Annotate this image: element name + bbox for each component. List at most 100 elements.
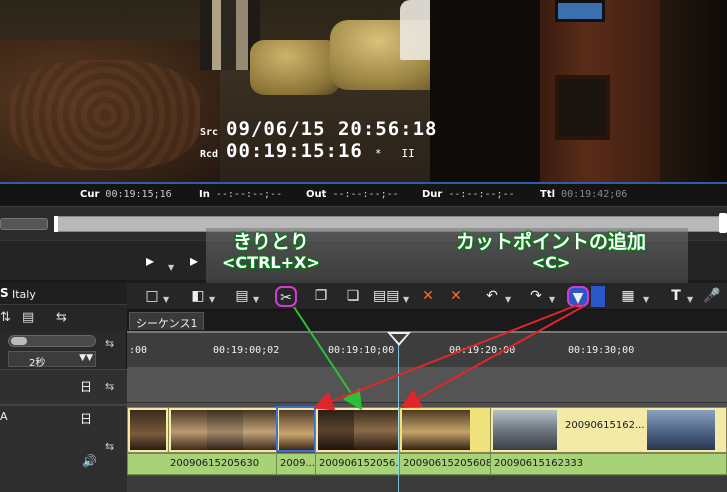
jog-slider[interactable] [0,218,48,230]
playhead-line[interactable] [398,345,399,492]
video-clip[interactable] [315,407,400,453]
preview-carpet [10,60,200,170]
audio-clip-label: 2009... [280,458,315,469]
cutpoint-callout: カットポイントの追加 <C> [456,231,647,272]
dur-label: Dur [422,189,443,200]
mark-out-icon[interactable]: ▸ [190,251,198,270]
sync-lock-icon[interactable]: ⇆ [105,380,114,393]
scale-value: 2秒 [29,358,46,369]
ttl-readout: Ttl 00:19:42;06 [540,189,627,200]
ruler-label: 00:19:10;00 [328,345,395,356]
playhead-marker-inner [391,334,407,343]
undo-dropdown-icon[interactable]: ▼ [505,295,511,304]
audio-clip[interactable]: 20090615205630 [127,453,277,475]
speaker-icon[interactable]: 🔊 [82,454,97,468]
add-cut-point-icon[interactable]: ▼ [567,286,589,307]
clip-thumbnail [130,410,166,450]
cut-callout: きりとり <CTRL+X> [222,231,320,272]
edit-toolbar: □ ▼ ◧ ▼ ▤ ▼ ✂ ❐ ❏ ▤▤ ▼ ✕ ✕ ↶ ▼ ↷ ▼ ▼ ▦ ▼… [127,283,727,310]
audio-clip[interactable]: 20090615205608 [399,453,491,475]
video-clip[interactable]: 200906151​62... [490,407,727,453]
copy-icon[interactable]: ❐ [310,286,332,307]
cur-value: 00:19:15;16 [105,189,172,200]
clip-thumbnail [493,410,557,450]
cutpoint-callout-title: カットポイントの追加 [456,231,647,253]
import-icon[interactable]: ◧ [187,286,209,307]
video-clip[interactable] [168,407,277,453]
rcd-marker: * [374,147,382,160]
ruler-label: 00:19:00;02 [213,345,280,356]
sync-lock-icon[interactable]: ⇆ [105,440,114,453]
audio-clip-label: 20090615162333 [494,458,584,469]
project-row: S Italy [0,283,127,305]
video-clip[interactable] [127,407,169,453]
link-icon[interactable]: ⇆ [56,310,67,325]
audio-clip-label: 200906152056... [319,458,400,469]
scrub-start-handle[interactable] [54,216,58,232]
redo-dropdown-icon[interactable]: ▼ [549,295,555,304]
video-clip-selected[interactable] [276,406,316,452]
paste-icon[interactable]: ❏ [342,286,364,307]
video-clip[interactable] [399,407,491,453]
src-label: Src [200,127,219,138]
src-timecode: 09/06/15 20:56:18 [226,118,438,140]
timeline-scale-select[interactable]: 2秒 ▼▼ [8,351,96,369]
audio-clip[interactable]: 20090615162333 [490,453,727,475]
track-1[interactable] [127,367,727,403]
mark-in-icon[interactable]: ▸ [146,251,154,270]
zoom-slider-knob[interactable] [11,337,27,345]
timeline-ruler[interactable]: :00 00:19:00;02 00:19:10;00 00:19:20;00 … [127,331,727,367]
audio-strip [127,476,727,492]
expand-tracks-icon[interactable]: ⇅ [0,310,11,325]
title-dropdown-icon[interactable]: ▼ [687,295,693,304]
clip-thumbnail [243,410,276,450]
save-dropdown-icon[interactable]: ▼ [253,295,259,304]
clip-label: 200906151​62... [565,420,645,431]
timecode-overlay: Src 09/06/15 20:56:18 Rcd 00:19:15:16 * … [200,118,437,162]
audio-clip-label: 20090615205630 [170,458,260,469]
audio-clip-label: 20090615205608 [403,458,491,469]
scrub-end-handle[interactable] [719,213,727,233]
out-label: Out [306,189,327,200]
preview-shadow [430,0,540,183]
effect-dropdown-icon[interactable]: ▼ [643,295,649,304]
insert-icon[interactable]: ▤▤ [373,286,399,307]
delete-icon[interactable]: ✕ [417,286,439,307]
track-header-panel: S Italy ⇅ ▤ ⇆ ⇆ 2秒 ▼▼ 日 ⇆ A 日 ⇆ 🔊 [0,283,127,492]
new-icon[interactable]: □ [141,286,163,307]
import-dropdown-icon[interactable]: ▼ [209,295,215,304]
mark-in-dropdown-icon[interactable]: ▼ [168,263,174,272]
save-icon[interactable]: ▤ [231,286,253,307]
clip-thumbnail [402,410,470,450]
sync-icon[interactable]: ⇆ [105,337,114,350]
effect-icon[interactable]: ▦ [617,286,639,307]
track-a-label: A [0,410,8,423]
waveform-icon[interactable]: ▤ [22,310,34,325]
clip-thumbnail [647,410,715,450]
add-cut-point-dropdown[interactable] [591,286,605,307]
zoom-slider[interactable] [8,335,96,347]
new-dropdown-icon[interactable]: ▼ [163,295,169,304]
preview-tv [555,0,605,22]
undo-icon[interactable]: ↶ [481,286,503,307]
audio-clip[interactable]: 200906152056... [315,453,400,475]
cut-scissors-icon[interactable]: ✂ [275,286,297,307]
clip-thumbnail [318,410,354,450]
project-name: Italy [12,288,36,301]
chevron-down-icon: ▼▼ [79,353,93,363]
track-mode-icon[interactable]: 日 [80,410,92,427]
tab-sequence-1[interactable]: シーケンス1 [129,312,205,330]
track-mode-icon[interactable]: 日 [80,378,92,395]
ttl-label: Ttl [540,189,556,200]
track-header-a[interactable]: A 日 ⇆ 🔊 [0,405,127,492]
ruler-label: 00:19:30;00 [568,345,635,356]
insert-dropdown-icon[interactable]: ▼ [403,295,409,304]
cur-readout: Cur 00:19:15;16 [80,189,172,200]
title-text-icon[interactable]: T [665,286,687,307]
microphone-icon[interactable]: 🎤 [701,286,723,307]
redo-icon[interactable]: ↷ [525,286,547,307]
in-value: --:--:--;-- [215,189,283,200]
ripple-delete-icon[interactable]: ✕ [445,286,467,307]
track-header-1[interactable]: 日 ⇆ [0,369,127,405]
audio-clip[interactable]: 2009... [276,453,316,475]
